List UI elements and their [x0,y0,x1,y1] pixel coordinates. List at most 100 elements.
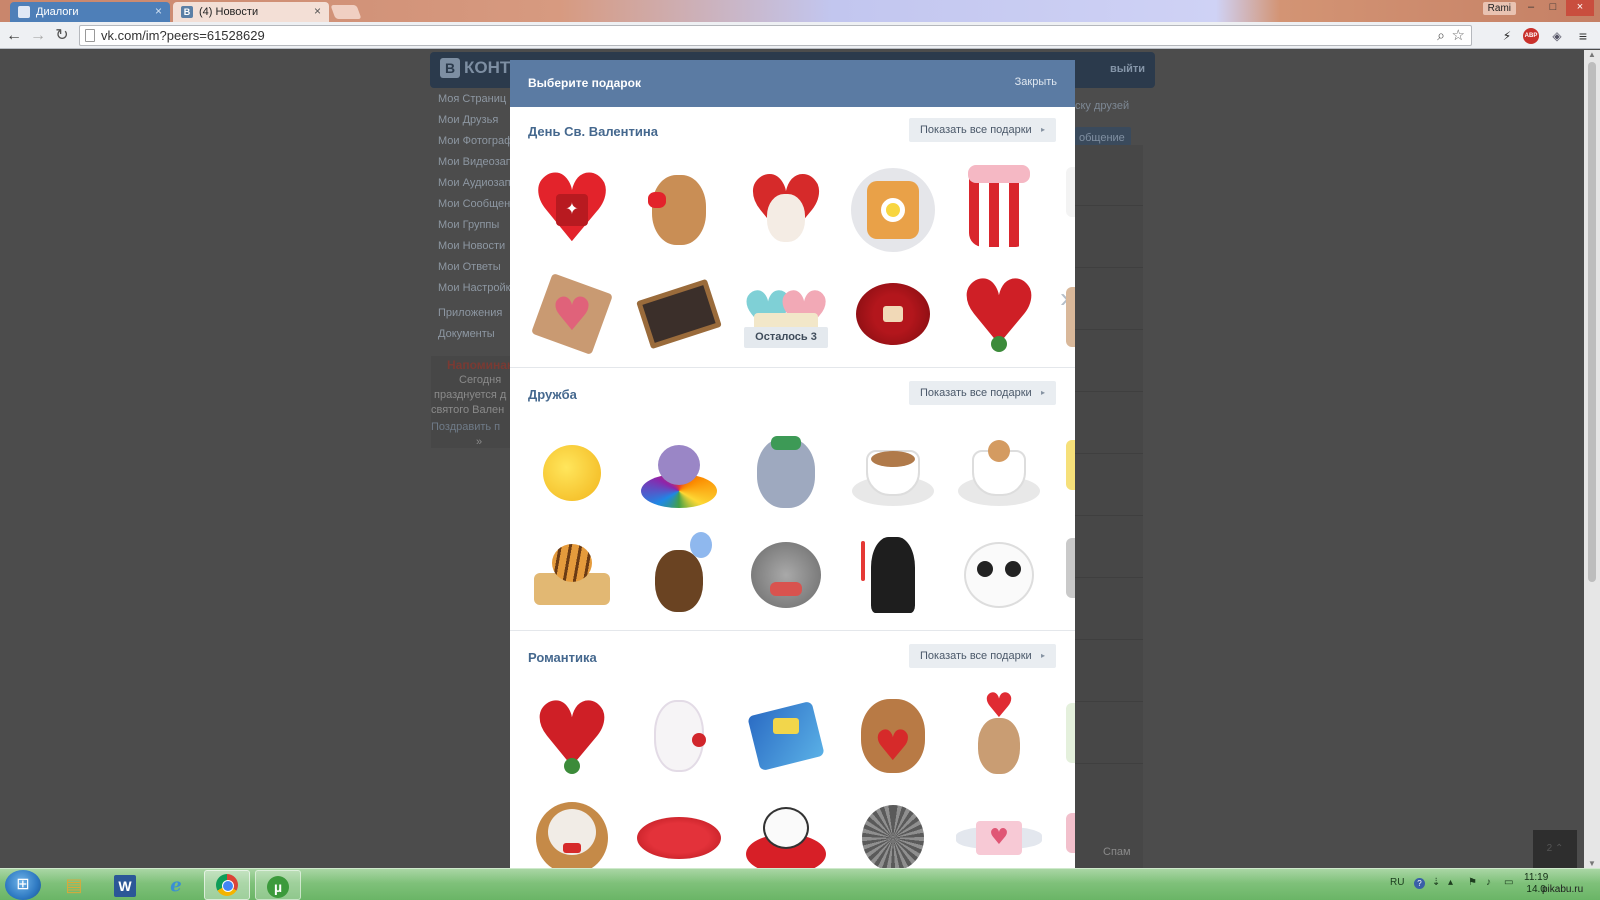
tab-news-close-icon[interactable]: × [314,4,321,18]
cat-fish-icon [751,542,821,608]
start-icon[interactable]: ⊞ [5,870,41,900]
gift-item[interactable]: ♥ ✦ [524,163,620,257]
watermark-text: pikabu.ru [1542,884,1584,895]
reminder-text: святого Вален [431,404,505,416]
scroll-down-icon[interactable]: ▼ [1588,859,1596,868]
tab-dialogs[interactable]: Диалоги × [10,2,170,22]
section-title: Дружба [528,387,577,402]
shield-icon[interactable]: ◈ [1548,27,1566,45]
gift-item[interactable] [631,530,727,620]
gift-item[interactable] [951,530,1047,620]
show-all-gifts-button[interactable]: Показать все подарки ▸ [909,644,1056,668]
hedgehog-icon [862,805,924,868]
popcorn-bucket-icon [969,173,1029,247]
reload-icon[interactable]: ↻ [52,26,72,46]
love-is-gum-icon [747,700,825,772]
show-all-gifts-button[interactable]: Показать все подарки ▸ [909,118,1056,142]
kiss-lips-icon [637,817,721,859]
gift-item[interactable]: ♥ [845,691,941,781]
puppy-heart-icon [767,194,805,242]
tab-dialogs-close-icon[interactable]: × [155,4,162,18]
show-all-gifts-button[interactable]: Показать все подарки ▸ [909,381,1056,405]
tray-expand-icon[interactable]: ▴ [1448,877,1453,888]
volume-icon[interactable]: ♪ [1486,877,1491,888]
panda-icon [964,542,1034,608]
help-icon[interactable]: ? [1414,878,1425,889]
gift-item[interactable]: ♥ [951,689,1047,781]
reminder-title: Напоминан [447,358,515,372]
explorer-icon[interactable]: ▤ [51,870,97,900]
gift-item[interactable] [631,691,727,781]
vk-logout-link[interactable]: выйти [1110,63,1145,75]
windows-taskbar: ⊞ ▤ W ℯ µ RU ? ⇣ ▴ ⚑ ♪ ▭ 11:19 14.0 [0,868,1600,900]
gift-section-romance: Романтика Показать все подарки ▸ ♥ ♥ ♥ ♥ [510,633,1075,868]
gift-item[interactable] [631,165,727,255]
address-bar[interactable]: vk.com/im?peers=61528629 ⌕ ☆ [79,25,1472,46]
gift-item[interactable] [738,691,834,781]
gift-item[interactable] [631,428,727,518]
scrollbar-thumb[interactable] [1588,62,1596,582]
scroll-to-top-box[interactable]: 2 ⌃ [1533,830,1577,868]
menu-icon[interactable]: ≡ [1574,27,1592,45]
network-icon[interactable]: ⇣ [1432,877,1440,888]
minimize-button[interactable]: – [1520,0,1542,16]
gift-item[interactable] [738,530,834,620]
dialog-list-background [1075,145,1143,900]
tab-news[interactable]: В (4) Новости × [173,2,329,22]
gifts-remaining-badge: Осталось 3 [744,327,828,348]
url-text[interactable]: vk.com/im?peers=61528629 [101,28,265,43]
page-scrollbar[interactable]: ▲ ▼ [1584,50,1600,868]
back-arrow-icon[interactable]: ← [4,26,24,46]
vk-favicon-icon [18,6,30,18]
close-window-button[interactable]: × [1566,0,1594,16]
gift-item[interactable] [845,530,941,620]
teddy-bear-icon [652,175,706,245]
gift-item[interactable]: ♥ [951,793,1047,868]
utorrent-icon[interactable]: µ [255,870,301,900]
gift-item[interactable] [631,269,727,359]
gift-item[interactable]: ♥ [951,269,1047,359]
gift-item[interactable]: ♥ [524,691,620,781]
display-icon[interactable]: ▭ [1504,877,1513,888]
zoom-icon[interactable]: ⌕ [1437,27,1445,44]
gift-item[interactable] [951,165,1047,255]
window-user-badge[interactable]: Rami [1482,2,1516,15]
vk-favicon-icon: В [181,6,193,18]
lightning-icon[interactable]: ⚡ [1498,27,1516,45]
adblock-icon[interactable]: ABP [1523,28,1539,44]
ie-icon[interactable]: ℯ [153,870,199,900]
language-indicator[interactable]: RU [1390,877,1404,888]
gift-item[interactable]: ♥ [738,164,834,256]
gift-item[interactable] [524,530,620,620]
modal-header: Выберите подарок Закрыть [510,60,1075,107]
action-center-flag-icon[interactable]: ⚑ [1468,877,1477,888]
reminder-box: Напоминан Сегодня празднуется д святого … [431,356,515,448]
tab-dialogs-label: Диалоги [36,6,79,18]
gift-item[interactable]: ♥ [524,269,620,359]
reminder-congratulate-link[interactable]: Поздравить п [431,421,500,433]
modal-close-link[interactable]: Закрыть [1015,76,1057,88]
gift-item[interactable] [845,165,941,255]
star-icon[interactable]: ☆ [1452,26,1465,44]
new-tab-button[interactable] [330,5,362,19]
maximize-button[interactable]: □ [1542,0,1564,16]
gift-item[interactable] [845,428,941,518]
gift-item[interactable] [845,269,941,359]
gift-item[interactable] [738,793,834,868]
scroll-up-icon[interactable]: ▲ [1588,50,1596,59]
forward-arrow-icon[interactable]: → [28,26,48,46]
gift-item[interactable] [951,428,1047,518]
vk-logo[interactable]: В КОНТ [440,58,510,78]
gift-item[interactable] [738,428,834,518]
magic-wand-icon: ✦ [556,194,588,226]
gift-picker-modal: Выберите подарок Закрыть День Св. Валент… [510,60,1075,868]
word-icon[interactable]: W [102,870,148,900]
bunny-love-icon [978,718,1020,774]
friends-text: ску друзей [1075,100,1130,112]
gift-item[interactable] [524,428,620,518]
spam-link[interactable]: Спам [1103,846,1131,858]
gift-item[interactable] [524,793,620,868]
chrome-icon[interactable] [204,870,250,900]
gift-item[interactable] [631,793,727,868]
gift-item[interactable] [845,793,941,868]
